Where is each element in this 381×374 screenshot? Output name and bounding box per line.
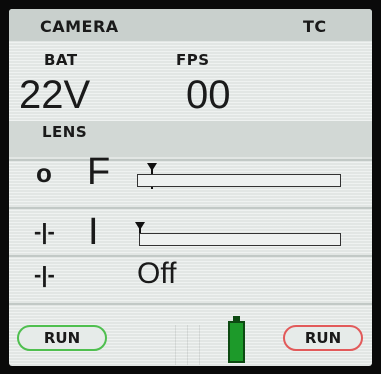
bat-label: BAT — [44, 51, 78, 69]
bat-value: 22V — [19, 73, 91, 117]
iris-letter: I — [88, 211, 99, 253]
iris-bar[interactable] — [139, 233, 341, 246]
divider — [9, 159, 372, 161]
header-tc-label: TC — [303, 17, 327, 36]
ghost-line — [187, 325, 188, 365]
iris-icon: -|- — [34, 219, 55, 244]
divider — [9, 255, 372, 257]
header-title: CAMERA — [40, 17, 119, 36]
zoom-value: Off — [137, 257, 177, 290]
fps-label: FPS — [176, 51, 210, 69]
fps-value: 00 — [186, 73, 231, 117]
run-right-button[interactable]: RUN — [283, 325, 363, 351]
camera-display: CAMERA TC BAT 22V FPS 00 LENS o F -|- I … — [9, 9, 372, 366]
ghost-line — [199, 325, 200, 365]
lens-label: LENS — [42, 123, 88, 141]
focus-icon: o — [36, 158, 52, 188]
focus-bar[interactable] — [137, 174, 341, 187]
battery-icon — [228, 321, 245, 363]
run-left-button[interactable]: RUN — [17, 325, 107, 351]
divider — [9, 303, 372, 305]
zoom-icon: -|- — [34, 262, 55, 287]
divider — [9, 207, 372, 209]
focus-letter: F — [87, 151, 111, 193]
ghost-line — [175, 325, 176, 365]
